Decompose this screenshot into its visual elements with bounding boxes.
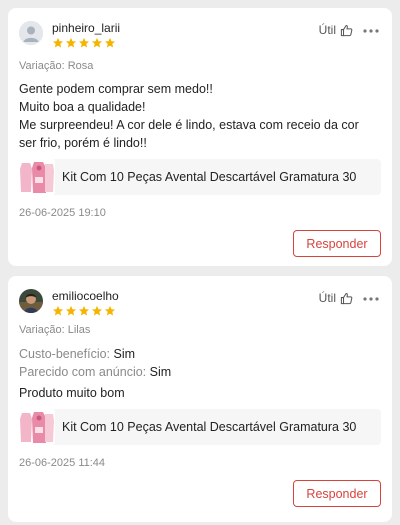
attribute-value: Sim	[113, 347, 136, 361]
review-text: Produto muito bom	[19, 386, 125, 400]
avatar[interactable]	[19, 289, 43, 313]
reply-button[interactable]: Responder	[293, 230, 381, 257]
review-text: Gente podem comprar sem medo!! Muito boa…	[19, 80, 381, 152]
thumbs-up-icon	[340, 292, 353, 304]
product-thumbnail	[19, 159, 55, 195]
product-link[interactable]: Kit Com 10 Peças Avental Descartável Gra…	[19, 159, 381, 195]
more-options-button[interactable]	[361, 21, 381, 41]
reply-button[interactable]: Responder	[293, 480, 381, 507]
review-header: pinheiro_larii Útil	[19, 21, 381, 51]
star-icon	[53, 37, 63, 48]
star-icon	[53, 305, 63, 316]
star-icon	[79, 37, 89, 48]
apron-product-image	[19, 159, 55, 195]
review-text-line: Muito boa a qualidade!	[19, 100, 146, 114]
more-options-button[interactable]	[361, 289, 381, 309]
star-icon	[105, 305, 115, 316]
star-icon	[92, 37, 102, 48]
apron-product-image	[19, 409, 55, 445]
attribute-value: Sim	[149, 365, 172, 379]
attribute-row: Custo-benefício: Sim	[19, 346, 135, 362]
product-title: Kit Com 10 Peças Avental Descartável Gra…	[62, 420, 357, 434]
reviewer-name[interactable]: emiliocoelho	[52, 289, 119, 303]
review-text-line: Me surpreendeu! A cor dele é lindo, esta…	[19, 118, 359, 132]
helpful-label: Útil	[318, 23, 336, 37]
star-icon	[66, 305, 76, 316]
product-title: Kit Com 10 Peças Avental Descartável Gra…	[62, 170, 357, 184]
product-link[interactable]: Kit Com 10 Peças Avental Descartável Gra…	[19, 409, 381, 445]
review-card: emiliocoelho Útil Variação: Lilas Custo-…	[8, 276, 392, 522]
star-rating	[52, 305, 116, 317]
variation-label: Variação: Lilas	[19, 324, 91, 336]
user-photo-avatar	[19, 289, 43, 313]
default-user-icon	[19, 21, 43, 45]
avatar[interactable]	[19, 21, 43, 45]
review-text-line: Gente podem comprar sem medo!!	[19, 82, 213, 96]
product-thumbnail	[19, 409, 55, 445]
review-card: pinheiro_larii Útil Variação: Rosa Gente…	[8, 8, 392, 266]
helpful-button[interactable]: Útil	[319, 23, 353, 37]
attribute-key: Custo-benefício:	[19, 347, 111, 361]
attribute-key: Parecido com anúncio:	[19, 365, 147, 379]
reviewer-name[interactable]: pinheiro_larii	[52, 21, 120, 35]
review-header: emiliocoelho Útil	[19, 289, 381, 319]
more-dots-icon	[363, 29, 379, 33]
review-date: 26-06-2025 19:10	[19, 207, 106, 219]
thumbs-up-icon	[340, 24, 353, 36]
variation-label: Variação: Rosa	[19, 60, 94, 72]
star-icon	[79, 305, 89, 316]
star-icon	[66, 37, 76, 48]
more-dots-icon	[363, 297, 379, 301]
star-rating	[52, 37, 116, 49]
attribute-row: Parecido com anúncio: Sim	[19, 364, 171, 380]
review-feed: pinheiro_larii Útil Variação: Rosa Gente…	[0, 0, 400, 525]
helpful-label: Útil	[318, 291, 336, 305]
helpful-button[interactable]: Útil	[319, 291, 353, 305]
star-icon	[92, 305, 102, 316]
star-icon	[105, 37, 115, 48]
review-text-line: ser frio, porém é lindo!!	[19, 136, 147, 150]
review-date: 26-06-2025 11:44	[19, 457, 106, 469]
